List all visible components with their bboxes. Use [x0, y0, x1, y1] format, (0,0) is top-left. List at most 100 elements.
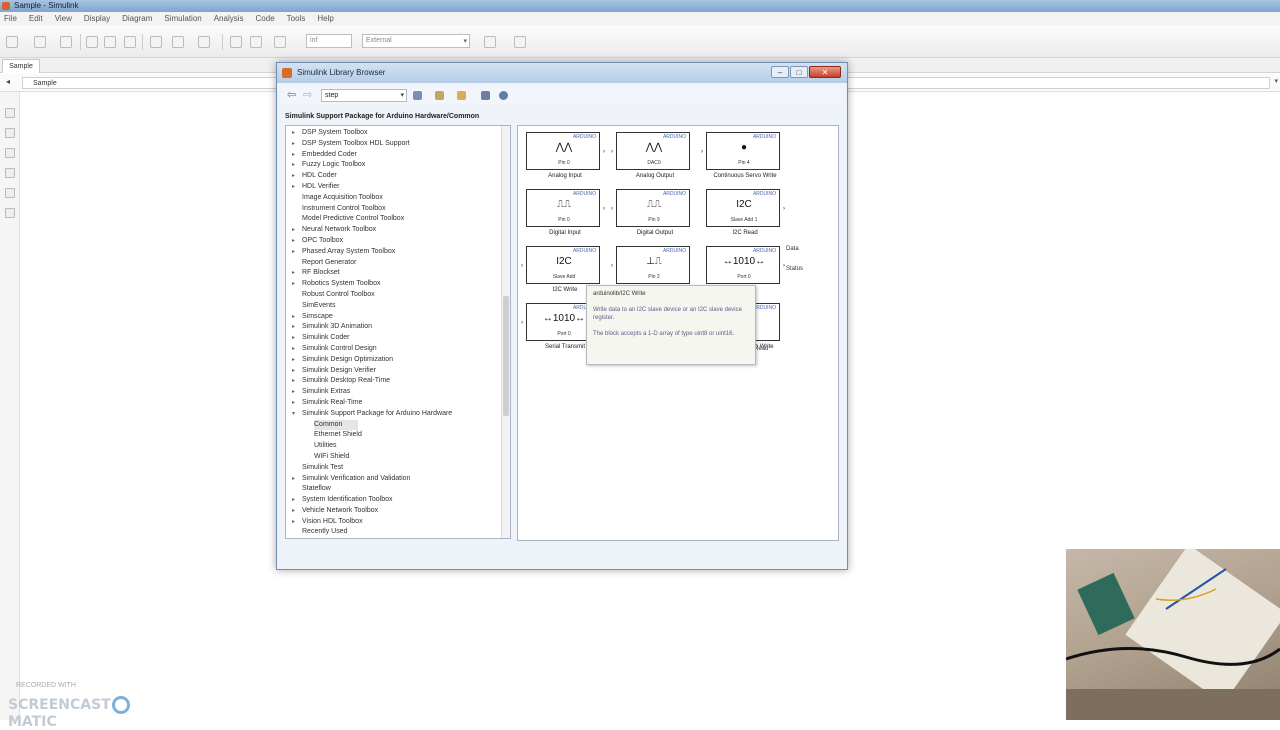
pin-icon[interactable] [481, 91, 490, 100]
tree-expander-icon[interactable]: ▸ [292, 236, 295, 247]
tree-item[interactable]: SimEvents [286, 301, 502, 312]
tree-item[interactable]: ▸ Vision HDL Toolbox [286, 517, 502, 528]
menu-analysis[interactable]: Analysis [214, 12, 244, 26]
collapse-arrow-icon[interactable]: ◂ [6, 77, 10, 86]
tree-item[interactable]: Recently Used [286, 527, 502, 538]
tree-item[interactable]: ▸ Embedded Coder [286, 150, 502, 161]
maximize-button[interactable]: □ [790, 66, 808, 78]
annotation-icon[interactable] [5, 168, 15, 178]
tree-expander-icon[interactable]: ▸ [292, 150, 295, 161]
menu-file[interactable]: File [4, 12, 17, 26]
block-body[interactable]: ARDUINO ⎍⎍ Pin 0 › [526, 189, 605, 227]
block-body[interactable]: ARDUINO ● Pin 4 › [701, 132, 780, 170]
library-block[interactable]: ARDUINO I2C Slave Add 1 › I2C Read [706, 189, 785, 236]
save-icon[interactable] [60, 36, 72, 48]
chevron-down-icon[interactable]: ▾ [1274, 77, 1278, 85]
block-body[interactable]: ARDUINO ⎍⎍ Pin 9 › [611, 189, 690, 227]
model-explorer-icon[interactable] [198, 36, 210, 48]
tree-item[interactable]: ▸ RF Blockset [286, 268, 502, 279]
tree-expander-icon[interactable]: ▸ [292, 506, 295, 517]
forward-arrow-icon[interactable]: ⇨ [303, 89, 312, 101]
debug-icon[interactable] [514, 36, 526, 48]
tree-expander-icon[interactable]: ▸ [292, 182, 295, 193]
block-body[interactable]: ARDUINO I2C Slave Add › [521, 246, 600, 284]
tree-expander-icon[interactable]: ▸ [292, 171, 295, 182]
minimize-button[interactable]: – [771, 66, 789, 78]
tree-expander-icon[interactable]: ▸ [292, 355, 295, 366]
back-arrow-icon[interactable]: ⇦ [287, 89, 296, 101]
menu-view[interactable]: View [55, 12, 72, 26]
stop-time-field[interactable]: inf [306, 34, 352, 48]
tree-item[interactable]: WiFi Shield [286, 452, 502, 463]
tree-item[interactable]: Common [286, 419, 502, 431]
chevron-down-icon[interactable]: ▾ [400, 90, 404, 101]
tree-expander-icon[interactable]: ▸ [292, 128, 295, 139]
tree-item[interactable]: ▸ Neural Network Toolbox [286, 225, 502, 236]
tree-item[interactable]: Stateflow [286, 484, 502, 495]
simulation-mode-select[interactable]: External ▾ [362, 34, 470, 48]
help-icon[interactable] [499, 91, 508, 100]
library-block[interactable]: ARDUINO ⎍⎍ Pin 9 › Digital Output [611, 189, 694, 236]
tree-expander-icon[interactable]: ▸ [292, 398, 295, 409]
tree-expander-icon[interactable]: ▸ [292, 474, 295, 485]
tree-expander-icon[interactable]: ▸ [292, 495, 295, 506]
tree-item[interactable]: Robust Control Toolbox [286, 290, 502, 301]
tree-item[interactable]: ▸ Vehicle Network Toolbox [286, 506, 502, 517]
tree-scrollbar[interactable] [501, 126, 510, 538]
open-icon[interactable] [34, 36, 46, 48]
tree-scrollbar-thumb[interactable] [503, 296, 509, 416]
library-block[interactable]: ARDUINO ⎍⎍ Pin 0 › Digital Input [526, 189, 605, 236]
tree-item[interactable]: ▸ Simulink Desktop Real-Time [286, 376, 502, 387]
arrow-icon[interactable] [5, 148, 15, 158]
tree-item[interactable]: ▾ Simulink Support Package for Arduino Ha… [286, 409, 502, 420]
tree-item[interactable]: Image Acquisition Toolbox [286, 193, 502, 204]
new-model-icon[interactable] [435, 91, 444, 100]
tree-item[interactable]: ▸ System Identification Toolbox [286, 495, 502, 506]
menu-code[interactable]: Code [256, 12, 275, 26]
search-icon[interactable] [413, 91, 422, 100]
tree-item[interactable]: ▸ Simulink Verification and Validation [286, 474, 502, 485]
build-icon[interactable] [484, 36, 496, 48]
new-model-icon[interactable] [6, 36, 18, 48]
area-icon[interactable] [5, 208, 15, 218]
fit-view-icon[interactable] [5, 128, 15, 138]
up-icon[interactable] [124, 36, 136, 48]
tree-item[interactable]: ▸ Phased Array System Toolbox [286, 247, 502, 258]
tree-item[interactable]: ▸ DSP System Toolbox HDL Support [286, 139, 502, 150]
block-body[interactable]: ARDUINO I2C Slave Add 1 › [706, 189, 785, 227]
tree-item[interactable]: ▸ Simulink Design Verifier [286, 366, 502, 377]
search-input[interactable]: step ▾ [321, 89, 407, 102]
tree-expander-icon[interactable]: ▸ [292, 333, 295, 344]
tree-item[interactable]: ▸ Simscape [286, 312, 502, 323]
tree-item[interactable]: ▸ Simulink Design Optimization [286, 355, 502, 366]
library-browser-icon[interactable] [150, 36, 162, 48]
menu-display[interactable]: Display [84, 12, 110, 26]
tree-expander-icon[interactable]: ▸ [292, 387, 295, 398]
tree-expander-icon[interactable]: ▸ [292, 160, 295, 171]
menu-help[interactable]: Help [317, 12, 333, 26]
tree-item[interactable]: Utilities [286, 441, 502, 452]
tree-expander-icon[interactable]: ▾ [292, 409, 295, 420]
tree-expander-icon[interactable]: ▸ [292, 139, 295, 150]
image-icon[interactable] [5, 188, 15, 198]
library-browser-title-bar[interactable]: Simulink Library Browser – □ ✕ [277, 63, 847, 83]
forward-icon[interactable] [104, 36, 116, 48]
tree-expander-icon[interactable]: ▸ [292, 268, 295, 279]
tree-item[interactable]: ▸ DSP System Toolbox [286, 128, 502, 139]
tree-item[interactable]: ▸ OPC Toolbox [286, 236, 502, 247]
menu-simulation[interactable]: Simulation [164, 12, 201, 26]
tree-expander-icon[interactable]: ▸ [292, 312, 295, 323]
tree-item[interactable]: Model Predictive Control Toolbox [286, 214, 502, 225]
tree-expander-icon[interactable]: ▸ [292, 247, 295, 258]
tree-item[interactable]: Report Generator [286, 258, 502, 269]
tree-expander-icon[interactable]: ▸ [292, 366, 295, 377]
breadcrumb-sample[interactable]: Sample [33, 80, 57, 87]
tree-item[interactable]: ▸ Simulink Coder [286, 333, 502, 344]
close-button[interactable]: ✕ [809, 66, 841, 78]
zoom-icon[interactable] [5, 108, 15, 118]
block-body[interactable]: ARDUINO ⋀⋀ DAC0 › [611, 132, 690, 170]
stop-icon[interactable] [250, 36, 262, 48]
block-body[interactable]: ARDUINO ⋀⋀ Pin 0 › [526, 132, 605, 170]
step-icon[interactable] [274, 36, 286, 48]
library-block[interactable]: ARDUINO ⋀⋀ Pin 0 › Analog Input [526, 132, 605, 179]
